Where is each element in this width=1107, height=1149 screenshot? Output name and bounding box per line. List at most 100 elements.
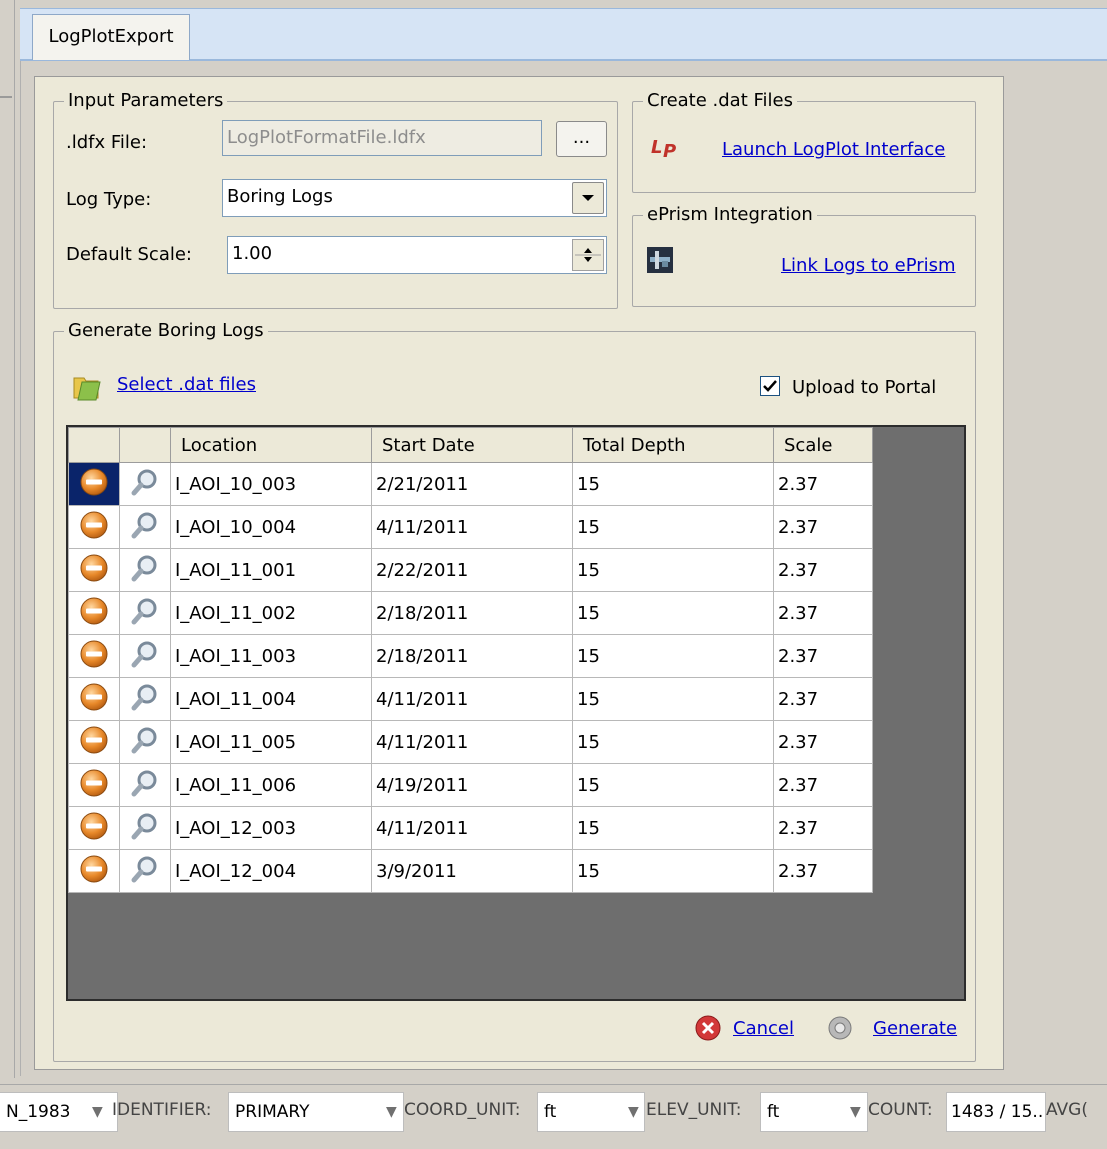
start-date-cell[interactable]: 4/11/2011 (371, 677, 573, 721)
remove-row-icon[interactable] (79, 769, 109, 803)
scale-column-header[interactable]: Scale (773, 427, 873, 463)
remove-row-icon[interactable] (79, 597, 109, 631)
view-row-cell[interactable] (119, 849, 171, 893)
start-date-cell[interactable]: 4/11/2011 (371, 720, 573, 764)
total-depth-cell[interactable]: 15 (572, 591, 774, 635)
coord-unit-dropdown-icon[interactable]: ▼ (628, 1104, 639, 1120)
launch-logplot-link[interactable]: Launch LogPlot Interface (722, 139, 945, 160)
remove-row-cell[interactable] (68, 763, 120, 807)
link-logs-eprism-link[interactable]: Link Logs to ePrism (781, 255, 956, 276)
total-depth-cell[interactable]: 15 (572, 763, 774, 807)
magnifier-icon[interactable] (130, 469, 160, 502)
table-row[interactable]: I_AOI_11_002 2/18/2011 15 2.37 (68, 591, 873, 635)
remove-row-cell[interactable] (68, 720, 120, 764)
generate-link[interactable]: Generate (873, 1018, 957, 1039)
location-cell[interactable]: I_AOI_11_006 (170, 763, 372, 807)
start-date-column-header[interactable]: Start Date (371, 427, 573, 463)
table-row[interactable]: I_AOI_11_003 2/18/2011 15 2.37 (68, 634, 873, 678)
table-row[interactable]: I_AOI_11_005 4/11/2011 15 2.37 (68, 720, 873, 764)
log-type-select[interactable]: Boring Logs (222, 179, 607, 217)
location-cell[interactable]: I_AOI_12_004 (170, 849, 372, 893)
total-depth-cell[interactable]: 15 (572, 806, 774, 850)
magnifier-icon[interactable] (130, 555, 160, 588)
total-depth-cell[interactable]: 15 (572, 548, 774, 592)
magnifier-icon[interactable] (130, 727, 160, 760)
table-row[interactable]: I_AOI_11_006 4/19/2011 15 2.37 (68, 763, 873, 807)
scale-cell[interactable]: 2.37 (773, 720, 873, 764)
view-row-cell[interactable] (119, 548, 171, 592)
location-cell[interactable]: I_AOI_11_002 (170, 591, 372, 635)
total-depth-cell[interactable]: 15 (572, 849, 774, 893)
magnifier-icon[interactable] (130, 641, 160, 674)
scale-cell[interactable]: 2.37 (773, 548, 873, 592)
identifier-dropdown-icon[interactable]: ▼ (386, 1104, 397, 1120)
location-cell[interactable]: I_AOI_11_001 (170, 548, 372, 592)
view-row-cell[interactable] (119, 462, 171, 506)
remove-row-icon[interactable] (79, 812, 109, 846)
location-cell[interactable]: I_AOI_10_004 (170, 505, 372, 549)
location-cell[interactable]: I_AOI_11_005 (170, 720, 372, 764)
cancel-icon[interactable] (694, 1014, 722, 1042)
start-date-cell[interactable]: 4/11/2011 (371, 505, 573, 549)
start-date-cell[interactable]: 4/19/2011 (371, 763, 573, 807)
table-row[interactable]: I_AOI_11_004 4/11/2011 15 2.37 (68, 677, 873, 721)
location-column-header[interactable]: Location (170, 427, 372, 463)
scale-cell[interactable]: 2.37 (773, 634, 873, 678)
remove-row-cell[interactable] (68, 677, 120, 721)
ldfx-file-field[interactable]: LogPlotFormatFile.ldfx (222, 120, 542, 156)
remove-row-icon[interactable] (79, 726, 109, 760)
elev-unit-dropdown-icon[interactable]: ▼ (850, 1104, 861, 1120)
location-cell[interactable]: I_AOI_11_003 (170, 634, 372, 678)
default-scale-stepper[interactable]: 1.00 (227, 236, 607, 274)
view-row-cell[interactable] (119, 677, 171, 721)
remove-row-cell[interactable] (68, 548, 120, 592)
scale-cell[interactable]: 2.37 (773, 763, 873, 807)
scale-cell[interactable]: 2.37 (773, 462, 873, 506)
view-row-cell[interactable] (119, 634, 171, 678)
scale-cell[interactable]: 2.37 (773, 677, 873, 721)
remove-row-cell[interactable] (68, 462, 120, 506)
magnifier-icon[interactable] (130, 598, 160, 631)
chevron-down-icon[interactable] (572, 182, 604, 214)
remove-row-icon[interactable] (79, 855, 109, 889)
generate-gear-icon[interactable] (826, 1014, 854, 1042)
scale-cell[interactable]: 2.37 (773, 806, 873, 850)
scale-cell[interactable]: 2.37 (773, 591, 873, 635)
spinner-icon[interactable] (572, 239, 604, 271)
identifier-combo[interactable]: PRIMARY (228, 1092, 404, 1132)
view-row-cell[interactable] (119, 720, 171, 764)
remove-row-cell[interactable] (68, 591, 120, 635)
tab-logplotexport[interactable]: LogPlotExport (32, 14, 190, 60)
remove-row-cell[interactable] (68, 634, 120, 678)
remove-row-cell[interactable] (68, 806, 120, 850)
remove-row-cell[interactable] (68, 849, 120, 893)
remove-row-icon[interactable] (79, 640, 109, 674)
start-date-cell[interactable]: 3/9/2011 (371, 849, 573, 893)
total-depth-cell[interactable]: 15 (572, 462, 774, 506)
table-row[interactable]: I_AOI_11_001 2/22/2011 15 2.37 (68, 548, 873, 592)
table-row[interactable]: I_AOI_12_004 3/9/2011 15 2.37 (68, 849, 873, 893)
remove-row-icon[interactable] (79, 511, 109, 545)
cancel-link[interactable]: Cancel (733, 1018, 794, 1039)
location-cell[interactable]: I_AOI_12_003 (170, 806, 372, 850)
total-depth-cell[interactable]: 15 (572, 505, 774, 549)
table-row[interactable]: I_AOI_10_004 4/11/2011 15 2.37 (68, 505, 873, 549)
start-date-cell[interactable]: 2/18/2011 (371, 634, 573, 678)
start-date-cell[interactable]: 2/21/2011 (371, 462, 573, 506)
view-row-cell[interactable] (119, 505, 171, 549)
total-depth-cell[interactable]: 15 (572, 720, 774, 764)
view-row-cell[interactable] (119, 763, 171, 807)
start-date-cell[interactable]: 2/18/2011 (371, 591, 573, 635)
location-cell[interactable]: I_AOI_10_003 (170, 462, 372, 506)
magnifier-icon[interactable] (130, 813, 160, 846)
select-dat-files-link[interactable]: Select .dat files (117, 374, 256, 395)
remove-row-icon[interactable] (79, 683, 109, 717)
browse-button[interactable]: ... (556, 121, 607, 157)
magnifier-icon[interactable] (130, 770, 160, 803)
view-row-cell[interactable] (119, 591, 171, 635)
table-row[interactable]: I_AOI_10_003 2/21/2011 15 2.37 (68, 462, 873, 506)
magnifier-icon[interactable] (130, 512, 160, 545)
remove-row-icon[interactable] (79, 554, 109, 588)
scale-cell[interactable]: 2.37 (773, 849, 873, 893)
magnifier-icon[interactable] (130, 684, 160, 717)
